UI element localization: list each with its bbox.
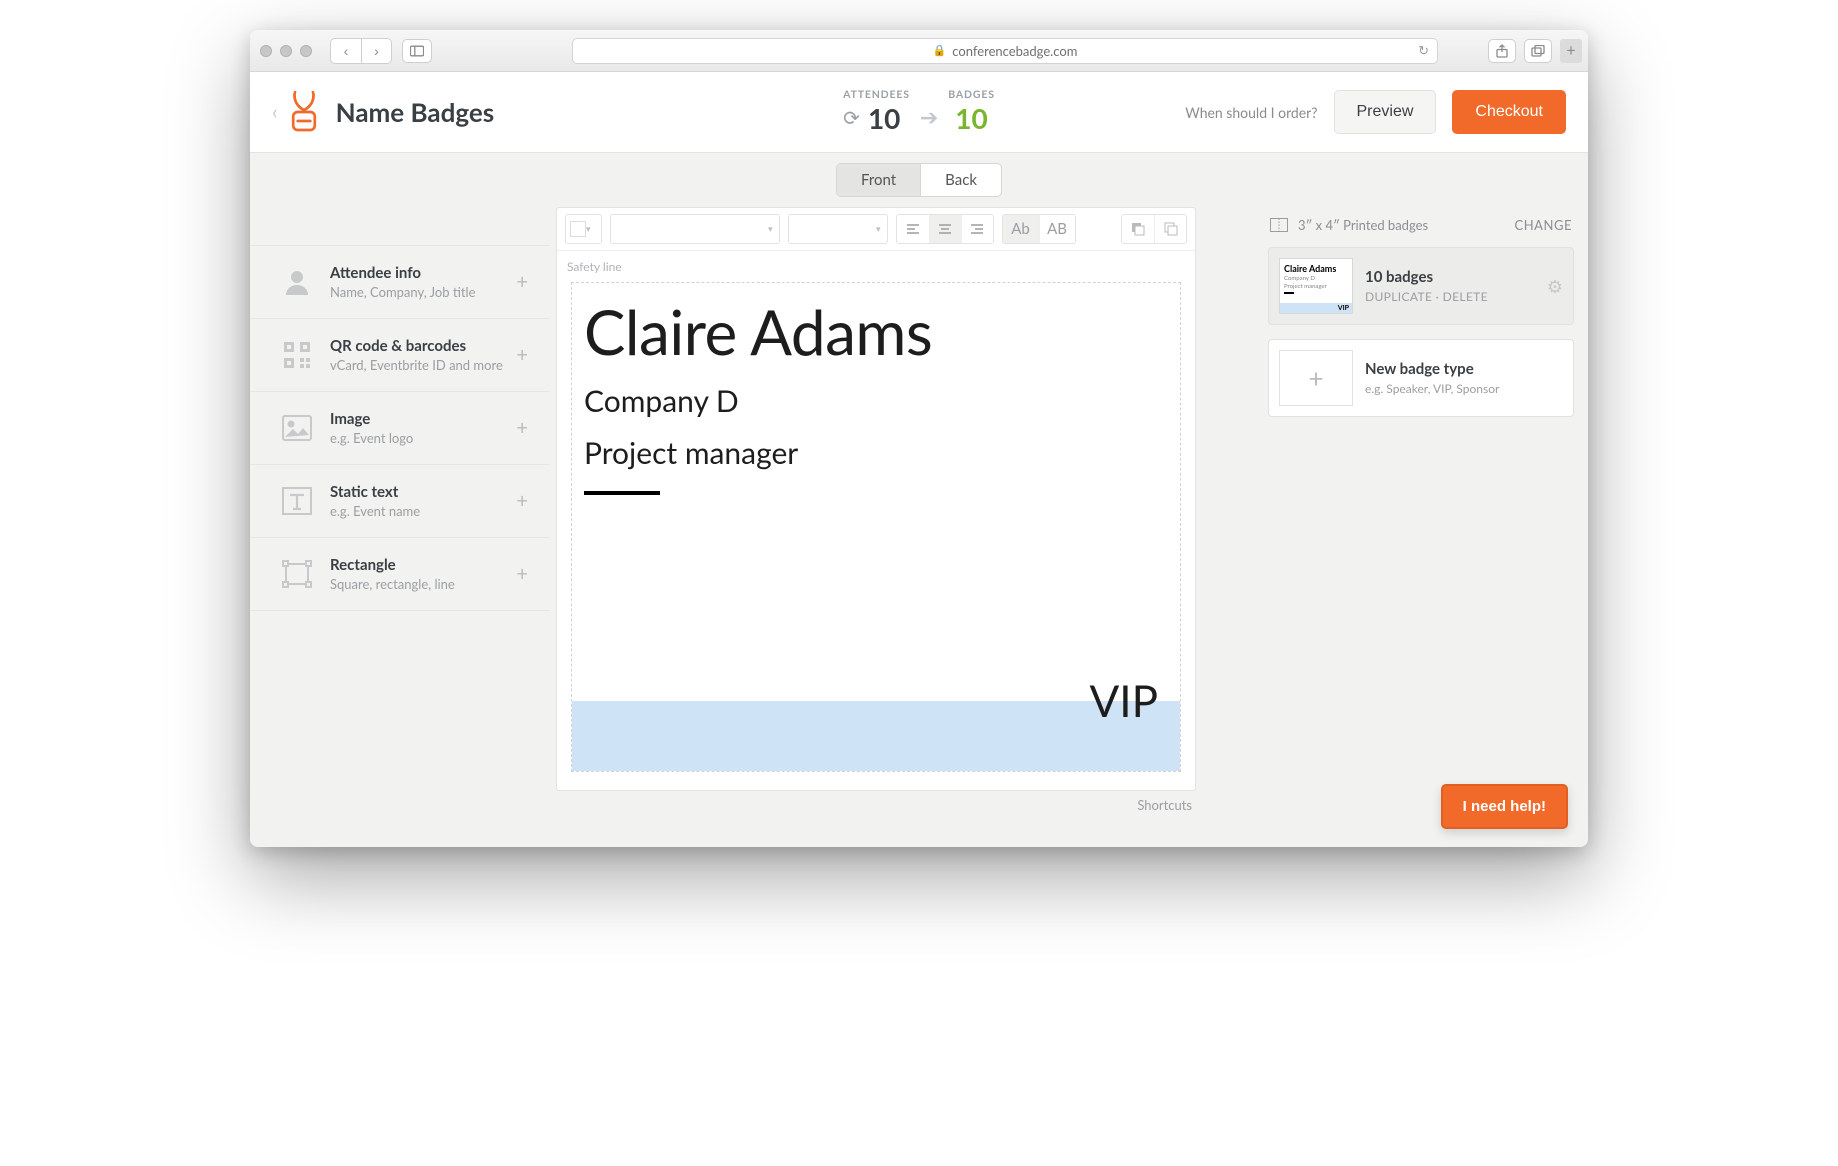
order-hint-link[interactable]: When should I order? (1185, 104, 1317, 121)
back-arrow-icon[interactable]: ‹ (272, 100, 278, 124)
case-upper-button[interactable]: AB (1039, 215, 1075, 243)
tabs-button[interactable] (1524, 39, 1552, 63)
duplicate-link[interactable]: DUPLICATE (1365, 289, 1432, 304)
rectangle-icon (280, 557, 314, 591)
tool-image[interactable]: Image e.g. Event logo + (250, 392, 550, 465)
text-icon (280, 484, 314, 518)
badges-panel: 3″ x 4″ Printed badges CHANGE Claire Ada… (1262, 197, 1588, 827)
thumb-job: Project manager (1284, 283, 1348, 290)
separator: · (1436, 289, 1439, 304)
back-button[interactable]: ‹ (331, 39, 361, 63)
badge-design-area[interactable]: Claire Adams Company D Project manager V… (571, 282, 1181, 772)
bring-forward-button[interactable] (1122, 215, 1154, 243)
badges-label: BADGES (948, 89, 995, 101)
badge-size-icon (1270, 218, 1288, 232)
sync-icon[interactable]: ⟳ (843, 106, 860, 130)
new-tab-button[interactable]: + (1560, 39, 1582, 63)
page-title: Name Badges (336, 96, 495, 128)
add-icon[interactable]: + (516, 343, 528, 367)
tool-title: Rectangle (330, 556, 455, 574)
share-button[interactable] (1488, 39, 1516, 63)
maximize-window[interactable] (300, 45, 312, 57)
elements-panel: Attendee info Name, Company, Job title +… (250, 197, 550, 827)
tool-title: Attendee info (330, 264, 475, 282)
add-icon[interactable]: + (516, 270, 528, 294)
tool-subtitle: e.g. Event logo (330, 430, 413, 446)
shortcuts-link[interactable]: Shortcuts (556, 791, 1196, 813)
tool-subtitle: e.g. Event name (330, 503, 420, 519)
browser-chrome: ‹ › 🔒 conferencebadge.com ↻ + (250, 30, 1588, 72)
thumb-company: Company D (1284, 275, 1348, 282)
arrow-right-icon: ➔ (920, 103, 938, 131)
tool-static-text[interactable]: Static text e.g. Event name + (250, 465, 550, 538)
tool-subtitle: vCard, Eventbrite ID and more (330, 357, 503, 373)
nav-buttons: ‹ › (330, 38, 392, 64)
badge-size-text: 3″ x 4″ Printed badges (1298, 217, 1428, 233)
side-tabs: Front Back (250, 153, 1588, 197)
align-center-button[interactable] (929, 215, 961, 243)
reload-icon[interactable]: ↻ (1418, 42, 1429, 59)
color-picker[interactable]: ▾ (565, 214, 602, 244)
plus-icon: + (1279, 350, 1353, 406)
tool-attendee-info[interactable]: Attendee info Name, Company, Job title + (250, 246, 550, 319)
url-text: conferencebadge.com (952, 43, 1077, 59)
thumb-vip: VIP (1338, 304, 1349, 312)
brand-logo-icon (286, 90, 322, 134)
thumb-name: Claire Adams (1284, 263, 1348, 274)
tab-front[interactable]: Front (837, 164, 920, 196)
new-badge-type-card[interactable]: + New badge type e.g. Speaker, VIP, Spon… (1268, 339, 1574, 417)
tool-subtitle: Name, Company, Job title (330, 284, 475, 300)
gear-icon[interactable]: ⚙ (1547, 275, 1563, 298)
image-icon (280, 411, 314, 445)
tool-title: Static text (330, 483, 420, 501)
align-left-button[interactable] (897, 215, 929, 243)
badge-job-field[interactable]: Project manager (584, 435, 1168, 471)
badge-thumbnail: Claire Adams Company D Project manager V… (1279, 258, 1353, 314)
badge-company-field[interactable]: Company D (584, 383, 1168, 419)
stats: ATTENDEES ⟳ 10 ➔ BADGES 10 (843, 89, 995, 135)
new-badge-title: New badge type (1365, 360, 1499, 378)
badge-type-card[interactable]: Claire Adams Company D Project manager V… (1268, 247, 1574, 325)
checkout-button[interactable]: Checkout (1452, 90, 1566, 134)
tool-title: Image (330, 410, 413, 428)
badge-divider-line[interactable] (584, 491, 660, 495)
add-icon[interactable]: + (516, 489, 528, 513)
attendees-label: ATTENDEES (843, 89, 910, 101)
app-header: ‹ Name Badges ATTENDEES ⟳ 10 ➔ BADGES 10 (250, 72, 1588, 153)
lock-icon: 🔒 (933, 44, 947, 57)
window-controls (260, 45, 312, 57)
add-icon[interactable]: + (516, 416, 528, 440)
tool-qr-barcodes[interactable]: QR code & barcodes vCard, Eventbrite ID … (250, 319, 550, 392)
sidebar-toggle[interactable] (402, 39, 432, 63)
badge-name-field[interactable]: Claire Adams (584, 295, 1168, 369)
tab-back[interactable]: Back (920, 164, 1001, 196)
preview-button[interactable]: Preview (1334, 90, 1437, 134)
change-size-link[interactable]: CHANGE (1515, 217, 1572, 233)
badge-vip-text[interactable]: VIP (1089, 675, 1158, 727)
help-button[interactable]: I need help! (1441, 784, 1568, 829)
qr-icon (280, 338, 314, 372)
safety-line-label: Safety line (557, 251, 1195, 276)
badges-count: 10 (948, 101, 995, 135)
tool-title: QR code & barcodes (330, 337, 503, 355)
editor-canvas: ▾ ▾ ▾ Ab AB (556, 207, 1196, 791)
tool-rectangle[interactable]: Rectangle Square, rectangle, line + (250, 538, 550, 611)
editor-toolbar: ▾ ▾ ▾ Ab AB (557, 208, 1195, 251)
person-icon (280, 265, 314, 299)
send-backward-button[interactable] (1154, 215, 1186, 243)
font-family-select[interactable]: ▾ (610, 214, 780, 244)
forward-button[interactable]: › (361, 39, 391, 63)
attendees-count: 10 (868, 101, 900, 135)
badge-card-title: 10 badges (1365, 268, 1488, 286)
font-size-select[interactable]: ▾ (788, 214, 888, 244)
minimize-window[interactable] (280, 45, 292, 57)
address-bar[interactable]: 🔒 conferencebadge.com ↻ (572, 38, 1438, 64)
align-right-button[interactable] (961, 215, 993, 243)
tool-subtitle: Square, rectangle, line (330, 576, 455, 592)
close-window[interactable] (260, 45, 272, 57)
new-badge-sub: e.g. Speaker, VIP, Sponsor (1365, 381, 1499, 396)
add-icon[interactable]: + (516, 562, 528, 586)
case-mixed-button[interactable]: Ab (1003, 215, 1039, 243)
delete-link[interactable]: DELETE (1443, 289, 1488, 304)
